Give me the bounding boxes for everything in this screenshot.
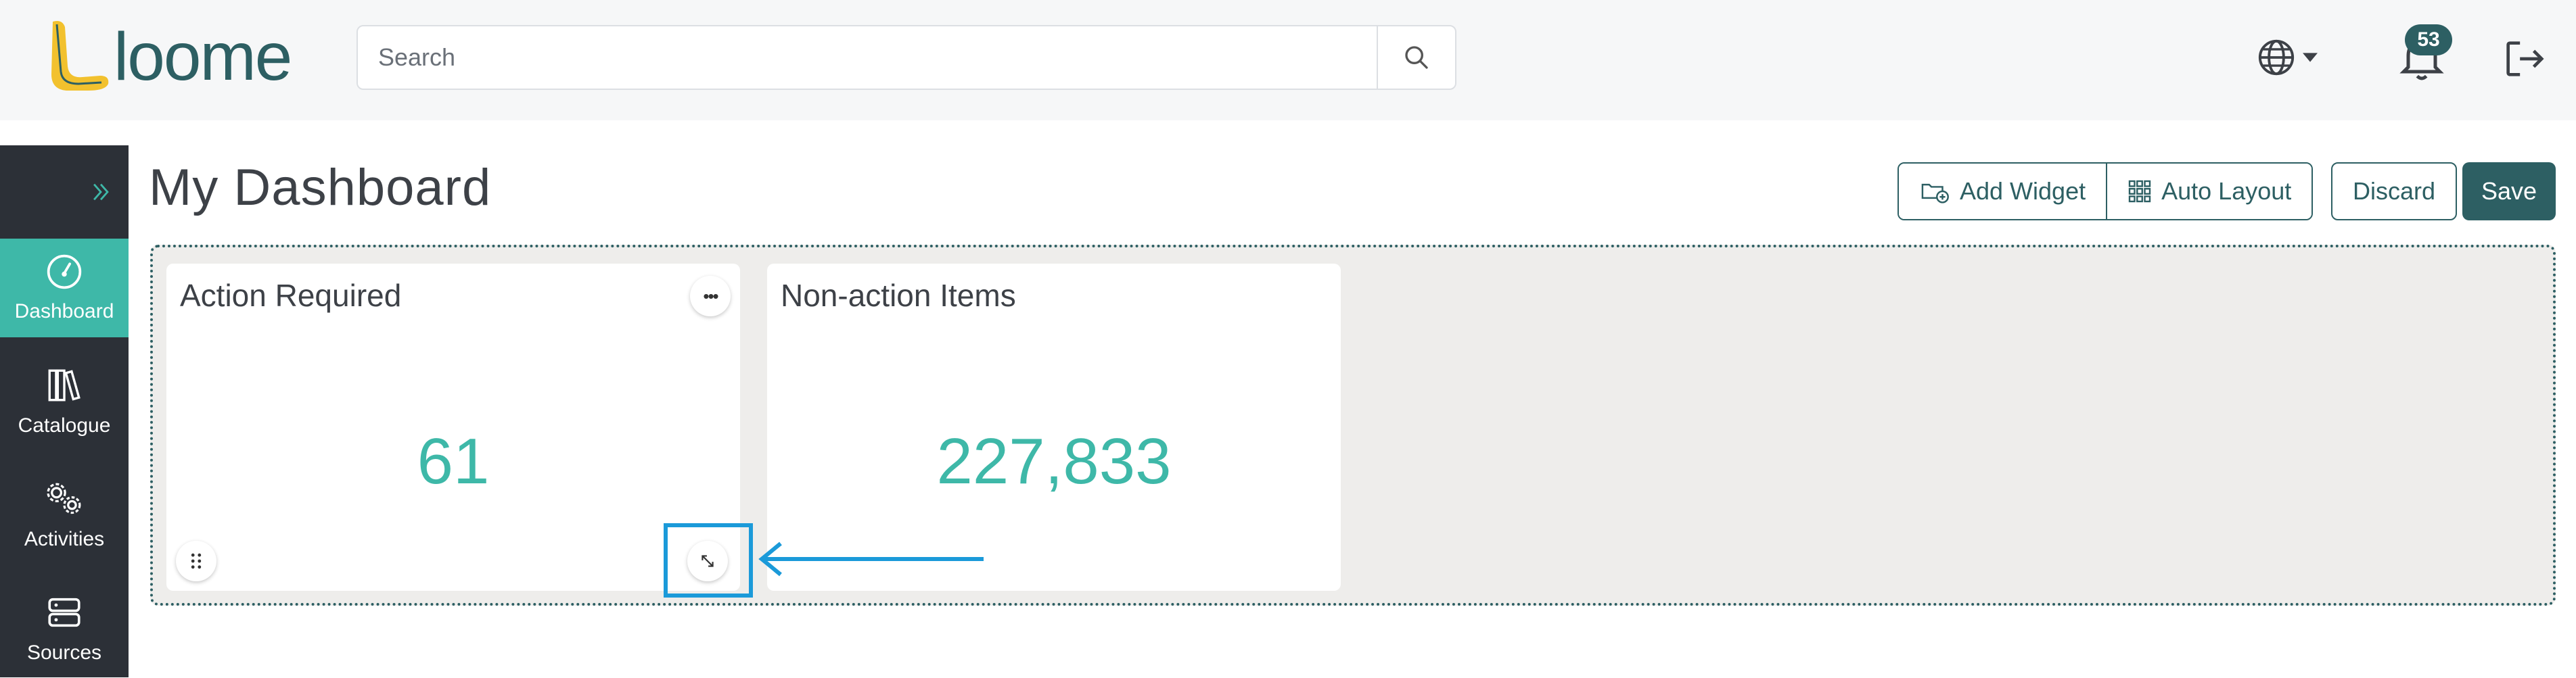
dashboard-icon — [47, 254, 82, 289]
language-selector[interactable] — [2257, 32, 2331, 82]
search-bar — [356, 25, 1456, 90]
discard-button[interactable]: Discard — [2331, 162, 2458, 220]
caret-down-icon — [2303, 53, 2318, 62]
search-input[interactable] — [358, 26, 1378, 89]
search-button[interactable] — [1377, 26, 1455, 89]
sidebar-item-activities[interactable]: Activities — [0, 466, 129, 564]
drag-handle[interactable] — [176, 541, 216, 581]
add-widget-label: Add Widget — [1960, 177, 2086, 205]
widget-value: 227,833 — [936, 425, 1172, 498]
annotation-arrow — [758, 541, 984, 577]
logout-icon[interactable] — [2500, 35, 2548, 82]
widget-action-required[interactable]: Action Required ••• 61 — [166, 264, 740, 591]
gears-icon — [47, 483, 81, 514]
drag-dots-icon — [191, 553, 202, 569]
sidebar-item-catalogue[interactable]: Catalogue — [0, 352, 129, 451]
loome-logo[interactable]: loome — [47, 18, 338, 93]
add-widget-button[interactable]: Add Widget — [1899, 164, 2107, 219]
server-icon — [48, 598, 80, 627]
notification-count-badge: 53 — [2405, 24, 2452, 55]
sidebar-item-sources[interactable]: Sources — [0, 579, 129, 678]
add-widget-icon — [1921, 183, 1949, 203]
auto-layout-button[interactable]: Auto Layout — [2106, 164, 2312, 219]
save-button[interactable]: Save — [2462, 162, 2556, 220]
top-bar: loome 53 — [0, 0, 2576, 120]
double-chevron-right-icon — [93, 183, 109, 201]
search-icon — [1405, 46, 1428, 69]
annotation-highlight-box — [664, 523, 753, 598]
widget-title: Action Required — [180, 278, 402, 313]
sidebar-item-label: Sources — [26, 641, 102, 664]
sidebar-expand-button[interactable] — [0, 145, 129, 239]
globe-icon — [2258, 39, 2295, 76]
sidebar-item-dashboard[interactable]: Dashboard — [0, 239, 129, 337]
logo-text: loome — [114, 19, 291, 93]
widget-toolbar: Add Widget Auto Layout — [1898, 162, 2314, 220]
sidebar-item-label: Catalogue — [18, 414, 111, 437]
sidebar-item-label: Dashboard — [14, 300, 114, 322]
widget-menu-button[interactable]: ••• — [690, 276, 731, 316]
books-icon — [48, 369, 80, 402]
widget-title: Non-action Items — [781, 278, 1016, 313]
auto-layout-label: Auto Layout — [2161, 177, 2292, 205]
more-horizontal-icon: ••• — [703, 285, 718, 306]
grid-icon — [2128, 180, 2151, 203]
widget-value: 61 — [417, 425, 490, 498]
page-title: My Dashboard — [149, 159, 492, 216]
sidebar: Dashboard Catalogue Activities Sources — [0, 145, 129, 677]
dashboard-grid: Action Required ••• 61 Non-action Items … — [150, 245, 2556, 606]
sidebar-item-label: Activities — [24, 528, 105, 550]
